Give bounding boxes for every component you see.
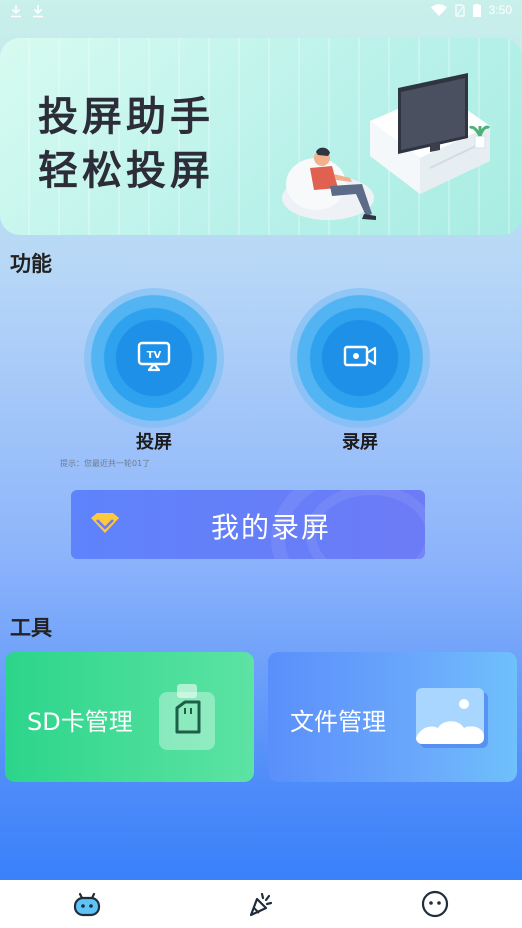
no-sim-icon — [455, 3, 465, 17]
image-file-icon — [414, 686, 490, 754]
record-screen-ring — [290, 288, 430, 428]
download-icon — [32, 4, 44, 18]
sd-card-icon — [155, 682, 219, 758]
svg-text:TV: TV — [147, 350, 162, 361]
robot-face-icon[interactable] — [71, 888, 103, 920]
cast-screen-label: 投屏 — [136, 432, 172, 453]
sd-card-manager-card[interactable]: SD卡管理 — [5, 652, 254, 782]
hero-banner[interactable]: 投屏助手 轻松投屏 — [0, 38, 522, 235]
file-manager-card[interactable]: 文件管理 — [268, 652, 517, 782]
download-icon — [10, 4, 22, 18]
sd-card-manager-label: SD卡管理 — [27, 708, 133, 736]
person-watching-tv-illustration — [282, 73, 491, 220]
wifi-icon — [430, 4, 447, 16]
diamond-icon — [89, 512, 121, 538]
banner-title: 投屏助手 轻松投屏 — [38, 90, 214, 198]
my-recordings-button[interactable]: 我的录屏 — [71, 490, 425, 559]
party-popper-icon[interactable] — [245, 888, 277, 920]
bottom-navigation — [0, 880, 522, 928]
battery-icon — [472, 3, 481, 17]
cast-screen-ring: TV — [84, 288, 224, 428]
status-bar: 3:50 — [0, 0, 522, 24]
hint-text: 提示：您最近共一轮01了 — [60, 459, 151, 468]
functions-section-title: 功能 — [10, 252, 52, 276]
record-screen-label: 录屏 — [342, 432, 378, 453]
smiley-icon[interactable] — [419, 888, 451, 920]
banner-line-2: 轻松投屏 — [38, 148, 214, 194]
file-manager-label: 文件管理 — [290, 708, 386, 736]
status-time: 3:50 — [488, 3, 512, 17]
tv-cast-icon: TV — [136, 340, 172, 376]
video-record-icon — [343, 343, 377, 373]
tools-section-title: 工具 — [10, 616, 52, 640]
my-recordings-label: 我的录屏 — [211, 511, 332, 544]
banner-line-1: 投屏助手 — [38, 94, 214, 140]
cast-screen-button[interactable]: TV 投屏 — [79, 288, 229, 454]
record-screen-button[interactable]: 录屏 — [285, 288, 435, 454]
